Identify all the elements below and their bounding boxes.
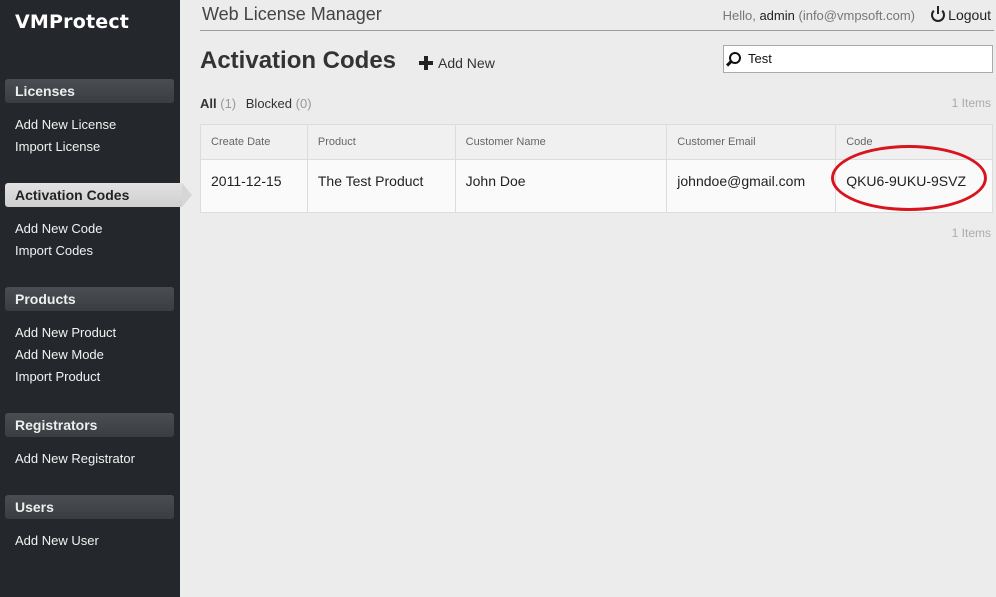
items-count-top: 1 Items <box>951 96 991 110</box>
column-customer-name[interactable]: Customer Name <box>454 124 668 160</box>
page-title: Activation Codes <box>200 47 397 74</box>
nav-import-codes[interactable]: Import Codes <box>15 243 93 258</box>
cell-create-date: 2011-12-15 <box>200 159 308 213</box>
power-icon <box>931 6 946 22</box>
logout-button[interactable]: Logout <box>931 6 991 23</box>
column-create-date[interactable]: Create Date <box>200 124 308 160</box>
search-icon <box>729 52 741 64</box>
app-title: Web License Manager <box>202 4 382 24</box>
nav-add-new-registrator[interactable]: Add New Registrator <box>15 451 135 466</box>
header-divider <box>200 30 994 31</box>
filter-all-count: (1) <box>220 96 237 111</box>
filter-all[interactable]: All <box>200 96 217 111</box>
sidebar: VMProtect Licenses Add New License Impor… <box>0 0 192 597</box>
section-header-registrators[interactable]: Registrators <box>5 413 174 437</box>
filter-bar: All (1) Blocked (0) <box>200 96 312 111</box>
brand-logo: VMProtect <box>15 11 130 33</box>
filter-blocked[interactable]: Blocked <box>246 96 292 111</box>
user-email: (info@vmpsoft.com) <box>798 8 916 23</box>
section-header-products[interactable]: Products <box>5 287 174 311</box>
nav-import-license[interactable]: Import License <box>15 139 100 154</box>
nav-import-product[interactable]: Import Product <box>15 369 100 384</box>
cell-product[interactable]: The Test Product <box>306 159 456 213</box>
username: admin <box>759 8 795 23</box>
user-info: Hello, admin (info@vmpsoft.com) <box>723 8 915 23</box>
items-count-bottom: 1 Items <box>951 226 991 240</box>
section-header-licenses[interactable]: Licenses <box>5 79 174 103</box>
main-content: Web License Manager Hello, admin (info@v… <box>180 0 996 597</box>
nav-add-new-product[interactable]: Add New Product <box>15 325 116 340</box>
nav-add-new-user[interactable]: Add New User <box>15 533 99 548</box>
search-input[interactable] <box>748 51 978 66</box>
column-product[interactable]: Product <box>306 124 456 160</box>
search-box[interactable] <box>723 45 993 73</box>
nav-add-new-license[interactable]: Add New License <box>15 117 116 132</box>
filter-blocked-count: (0) <box>295 96 312 111</box>
nav-add-new-code[interactable]: Add New Code <box>15 221 102 236</box>
cell-customer-email: johndoe@gmail.com <box>666 159 837 213</box>
add-new-button[interactable]: Add New <box>419 55 495 71</box>
section-header-activation-codes[interactable]: Activation Codes <box>5 183 192 207</box>
column-customer-email[interactable]: Customer Email <box>666 124 837 160</box>
nav-add-new-mode[interactable]: Add New Mode <box>15 347 104 362</box>
section-header-users[interactable]: Users <box>5 495 174 519</box>
logout-label: Logout <box>948 7 991 23</box>
highlight-circle-annotation <box>831 145 987 211</box>
greeting: Hello, <box>722 8 756 23</box>
plus-icon <box>419 56 433 70</box>
add-new-label: Add New <box>438 55 495 71</box>
cell-customer-name: John Doe <box>454 159 668 213</box>
